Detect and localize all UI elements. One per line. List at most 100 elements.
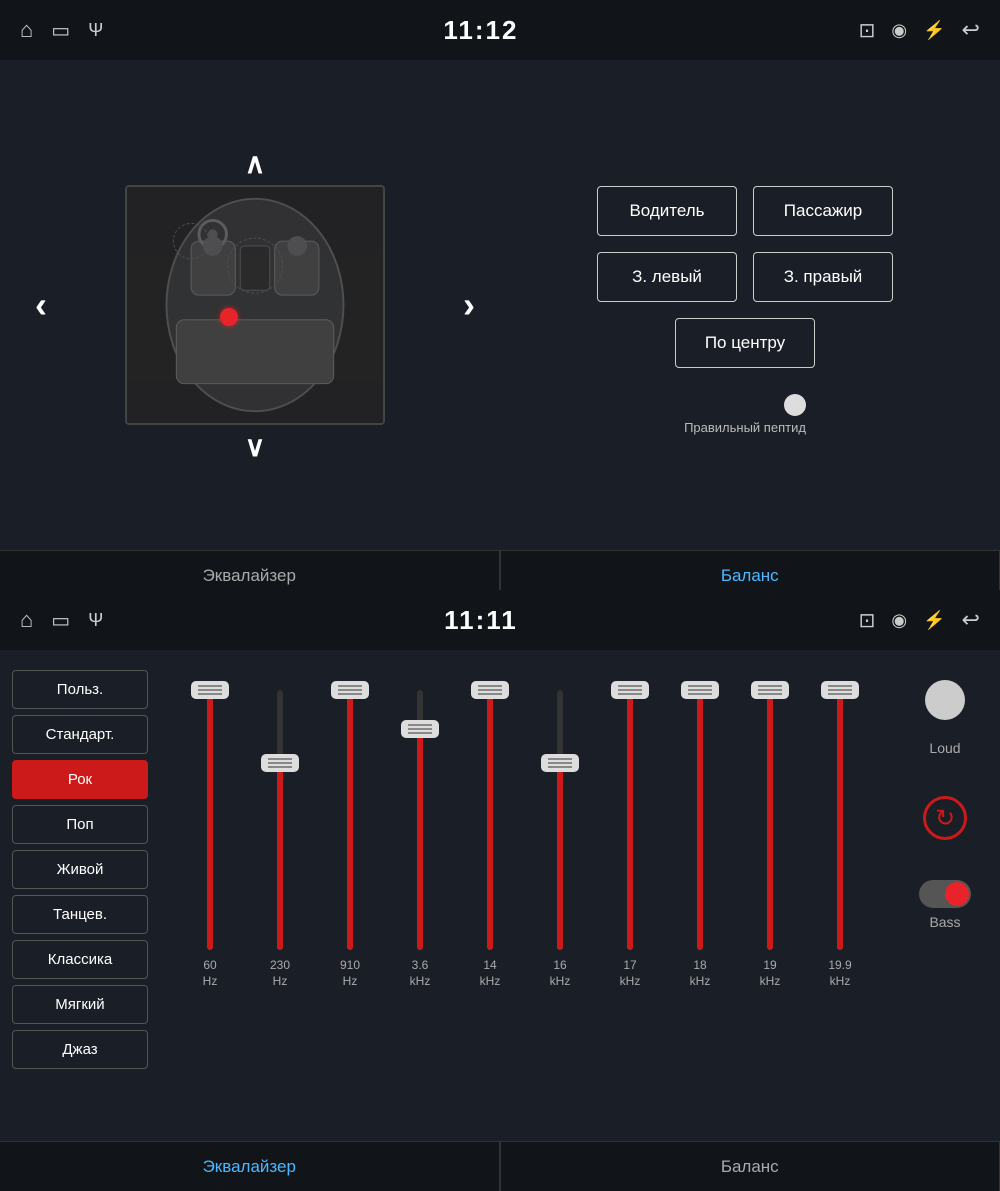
- slider-fill-17: [627, 690, 633, 950]
- slider-track-230[interactable]: [277, 690, 283, 950]
- home-icon-2[interactable]: [20, 607, 33, 633]
- slider-fill-230: [277, 763, 283, 950]
- bass-label: Bass: [929, 914, 960, 930]
- balance-row-rear: З. левый З. правый: [597, 252, 893, 302]
- preset-btn-танцев.[interactable]: Танцев.: [12, 895, 148, 934]
- seat-right-button[interactable]: [448, 279, 490, 331]
- chevron-up-icon: [245, 148, 266, 179]
- slider-fill-910: [347, 690, 353, 950]
- status-bar-right-icons-2: [859, 607, 980, 633]
- slider-thumb-3.6[interactable]: [401, 720, 439, 738]
- status-bar-left-icons-2: [20, 607, 103, 633]
- slider-col-910: 910 Hz: [320, 670, 380, 1131]
- slider-thumb-16[interactable]: [541, 754, 579, 772]
- rear-left-button[interactable]: З. левый: [597, 252, 737, 302]
- slider-thumb-14[interactable]: [471, 681, 509, 699]
- slider-thumb-18[interactable]: [681, 681, 719, 699]
- balance-radio-indicator: [784, 394, 806, 416]
- screen-icon-2[interactable]: [51, 608, 70, 633]
- slider-track-19.9[interactable]: [837, 690, 843, 950]
- slider-label-19: 19 kHz: [760, 958, 781, 989]
- tab-balance-bottom[interactable]: Баланс: [501, 1142, 1000, 1191]
- slider-track-19[interactable]: [767, 690, 773, 950]
- cast-icon-2[interactable]: [859, 608, 876, 633]
- slider-fill-19: [767, 690, 773, 950]
- balance-row-front: Водитель Пассажир: [597, 186, 893, 236]
- bluetooth-icon-2[interactable]: [923, 610, 945, 631]
- slider-label-60: 60 Hz: [203, 958, 218, 989]
- slider-label-14: 14 kHz: [480, 958, 501, 989]
- reset-icon: [935, 804, 955, 833]
- seat-left-button[interactable]: [20, 279, 62, 331]
- slider-col-17: 17 kHz: [600, 670, 660, 1131]
- preset-btn-поп[interactable]: Поп: [12, 805, 148, 844]
- slider-track-16[interactable]: [557, 690, 563, 950]
- eq-content: Польз. Стандарт. Рок Поп Живой Танцев. Классик…: [0, 650, 1000, 1141]
- center-button[interactable]: По центру: [675, 318, 815, 368]
- cast-icon[interactable]: [859, 18, 876, 43]
- tab-equalizer-bottom[interactable]: Эквалайзер: [0, 1142, 500, 1191]
- preset-btn-классика[interactable]: Классика: [12, 940, 148, 979]
- seat-down-button[interactable]: [230, 425, 281, 468]
- slider-track-14[interactable]: [487, 690, 493, 950]
- slider-thumb-17[interactable]: [611, 681, 649, 699]
- back-icon-2[interactable]: [962, 607, 980, 633]
- slider-label-17: 17 kHz: [620, 958, 641, 989]
- slider-col-230: 230 Hz: [250, 670, 310, 1131]
- preset-btn-джаз[interactable]: Джаз: [12, 1030, 148, 1069]
- slider-fill-18: [697, 690, 703, 950]
- balance-radio-area: Правильный пептид: [684, 394, 806, 435]
- slider-track-17[interactable]: [627, 690, 633, 950]
- passenger-button[interactable]: Пассажир: [753, 186, 893, 236]
- location-icon-2[interactable]: [891, 610, 907, 631]
- slider-fill-14: [487, 690, 493, 950]
- slider-thumb-19[interactable]: [751, 681, 789, 699]
- driver-button[interactable]: Водитель: [597, 186, 737, 236]
- preset-btn-мягкий[interactable]: Мягкий: [12, 985, 148, 1024]
- slider-col-60: 60 Hz: [180, 670, 240, 1131]
- slider-fill-19.9: [837, 690, 843, 950]
- bottom-status-bar: 11:11: [0, 590, 1000, 650]
- loud-button[interactable]: [925, 680, 965, 720]
- slider-fill-3.6: [417, 729, 423, 950]
- preset-btn-живой[interactable]: Живой: [12, 850, 148, 889]
- slider-label-19.9: 19.9 kHz: [828, 958, 851, 989]
- seat-map-row: [20, 185, 490, 425]
- slider-thumb-19.9[interactable]: [821, 681, 859, 699]
- bottom-tab-bar: Эквалайзер Баланс: [0, 1141, 1000, 1191]
- slider-thumb-230[interactable]: [261, 754, 299, 772]
- top-status-bar: 11:12: [0, 0, 1000, 60]
- slider-label-910: 910 Hz: [340, 958, 360, 989]
- preset-btn-стандарт.[interactable]: Стандарт.: [12, 715, 148, 754]
- slider-track-910[interactable]: [347, 690, 353, 950]
- preset-btn-рок[interactable]: Рок: [12, 760, 148, 799]
- status-bar-left-icons: [20, 17, 103, 43]
- seat-up-button[interactable]: [230, 142, 281, 185]
- chevron-right-icon: [463, 291, 475, 324]
- reset-button[interactable]: [923, 796, 967, 840]
- seat-map-area: [20, 80, 490, 530]
- screen-icon[interactable]: [51, 18, 70, 43]
- slider-thumb-60[interactable]: [191, 681, 229, 699]
- bottom-time-display: 11:11: [444, 605, 518, 636]
- slider-track-18[interactable]: [697, 690, 703, 950]
- slider-col-19.9: 19.9 kHz: [810, 670, 870, 1131]
- eq-sliders-area: 60 Hz 230 Hz 910 Hz 3.6 kHz 14 kHz 16 kHz 17 k…: [160, 660, 890, 1131]
- bluetooth-icon[interactable]: [923, 20, 945, 41]
- back-icon[interactable]: [962, 17, 980, 43]
- slider-track-60[interactable]: [207, 690, 213, 950]
- preset-btn-польз.[interactable]: Польз.: [12, 670, 148, 709]
- rear-right-button[interactable]: З. правый: [753, 252, 893, 302]
- slider-label-230: 230 Hz: [270, 958, 290, 989]
- slider-track-3.6[interactable]: [417, 690, 423, 950]
- bass-toggle[interactable]: [919, 880, 971, 908]
- home-icon[interactable]: [20, 17, 33, 43]
- slider-fill-60: [207, 690, 213, 950]
- slider-col-16: 16 kHz: [530, 670, 590, 1131]
- usb-icon-2: [88, 610, 103, 631]
- slider-label-3.6: 3.6 kHz: [410, 958, 431, 989]
- slider-thumb-910[interactable]: [331, 681, 369, 699]
- location-icon[interactable]: [891, 20, 907, 41]
- chevron-down-icon: [245, 431, 266, 462]
- seat-image-container: [125, 185, 385, 425]
